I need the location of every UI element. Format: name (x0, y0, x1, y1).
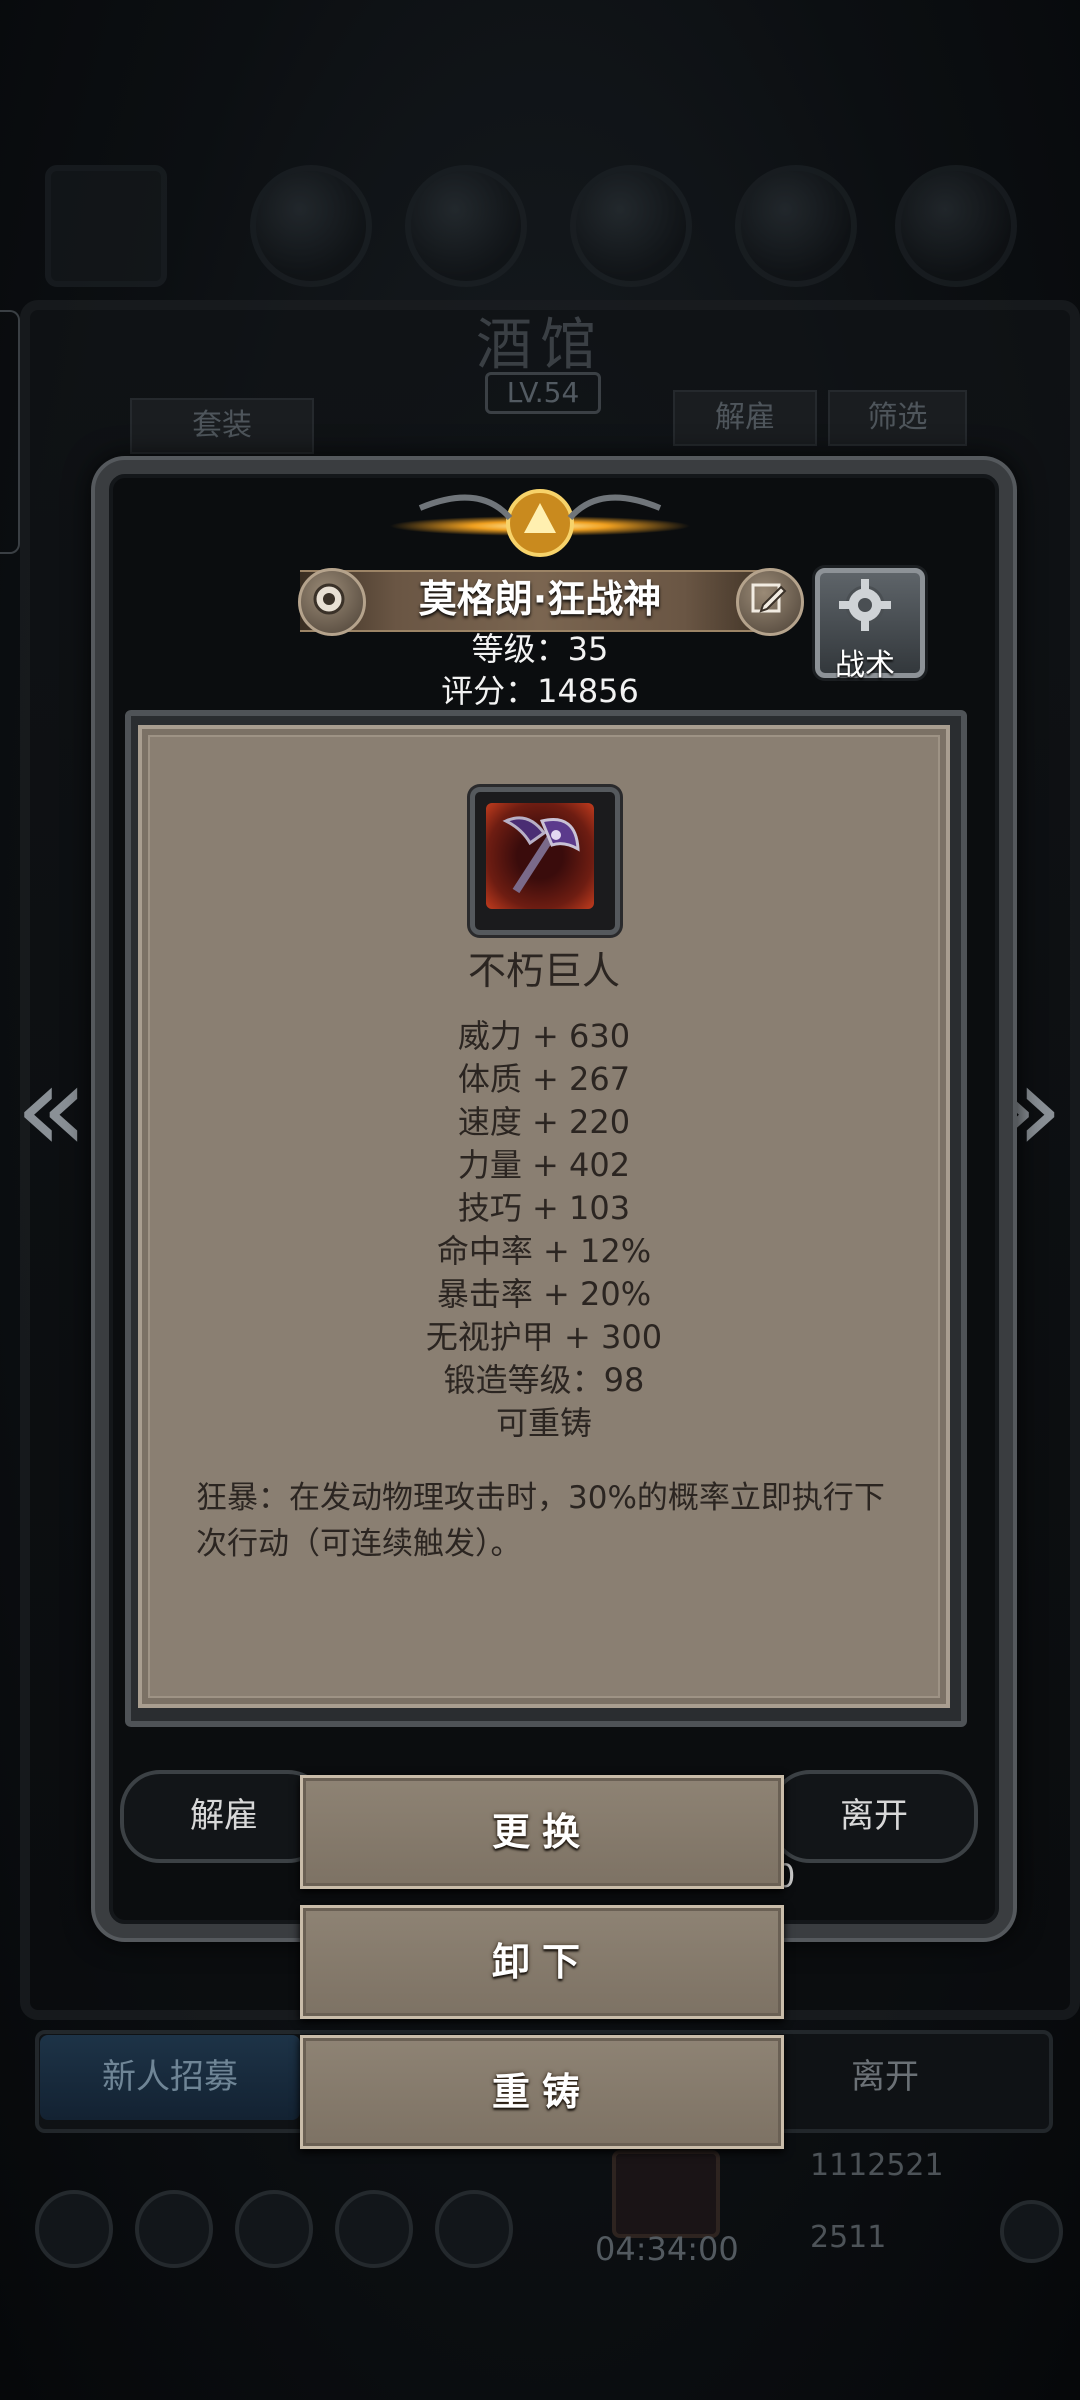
dismiss-button[interactable]: 解雇 (120, 1770, 328, 1863)
hero-name: 莫格朗·狂战神 (418, 577, 662, 621)
stat-line: 可重铸 (495, 1404, 592, 1442)
gift-timer: 04:34:00 (595, 2230, 739, 2268)
unequip-button[interactable]: 卸下 (300, 1905, 784, 2019)
bottom-nav-icon-2 (135, 2190, 213, 2268)
prev-arrow[interactable]: « (15, 1040, 88, 1180)
top-icon-4 (735, 165, 857, 287)
top-icon-2 (405, 165, 527, 287)
stat-line: 威力 + 630 (457, 1017, 631, 1055)
stat-line: 力量 + 402 (457, 1146, 631, 1184)
hero-level: 等级：35 (471, 630, 609, 668)
ornament-emblem-icon (390, 489, 690, 557)
top-icon-3 (570, 165, 692, 287)
tactics-label: 战术 (835, 648, 895, 683)
gear-icon (839, 579, 891, 631)
stat-line: 锻造等级：98 (443, 1361, 645, 1399)
recruit-button: 新人招募 (40, 2035, 300, 2120)
battle-axe-icon (502, 816, 580, 894)
bottom-nav-icon-1 (35, 2190, 113, 2268)
bg-leave-button: 离开 (851, 2057, 919, 2097)
stat-line: 技巧 + 103 (457, 1189, 631, 1227)
top-icon-5 (895, 165, 1017, 287)
stat-line: 体质 + 267 (457, 1060, 631, 1098)
item-name: 不朽巨人 (467, 949, 620, 993)
top-icon-1 (250, 165, 372, 287)
gold-amount: 1112521 (810, 2148, 944, 2183)
reforge-button[interactable]: 重铸 (300, 2035, 784, 2149)
gem-amount: 2511 (810, 2220, 887, 2255)
filter-button: 筛选 (828, 390, 967, 446)
tavern-level: LV.54 (485, 372, 601, 414)
hero-score: 评分：14856 (441, 672, 639, 710)
item-stats: 威力 + 630 体质 + 267 速度 + 220 力量 + 402 技巧 +… (138, 1015, 950, 1445)
stat-line: 无视护甲 + 300 (425, 1318, 663, 1356)
bottom-nav-icon-3 (235, 2190, 313, 2268)
replace-button[interactable]: 更换 (300, 1775, 784, 1889)
bottom-nav-icon-5 (435, 2190, 513, 2268)
tavern-title: 酒馆 (476, 313, 604, 378)
gift-icon (612, 2150, 720, 2238)
bg-dismiss-button: 解雇 (673, 390, 817, 446)
stat-line: 命中率 + 12% (436, 1232, 652, 1270)
stat-line: 速度 + 220 (457, 1103, 631, 1141)
avatar (45, 165, 167, 287)
item-description: 狂暴：在发动物理攻击时，30%的概率立即执行下次行动（可连续触发）。 (196, 1480, 885, 1562)
stat-line: 暴击率 + 20% (436, 1275, 652, 1313)
add-icon (1000, 2200, 1063, 2263)
leave-button[interactable]: 离开 (770, 1770, 978, 1863)
suit-button: 套装 (130, 398, 314, 454)
bottom-nav-icon-4 (335, 2190, 413, 2268)
